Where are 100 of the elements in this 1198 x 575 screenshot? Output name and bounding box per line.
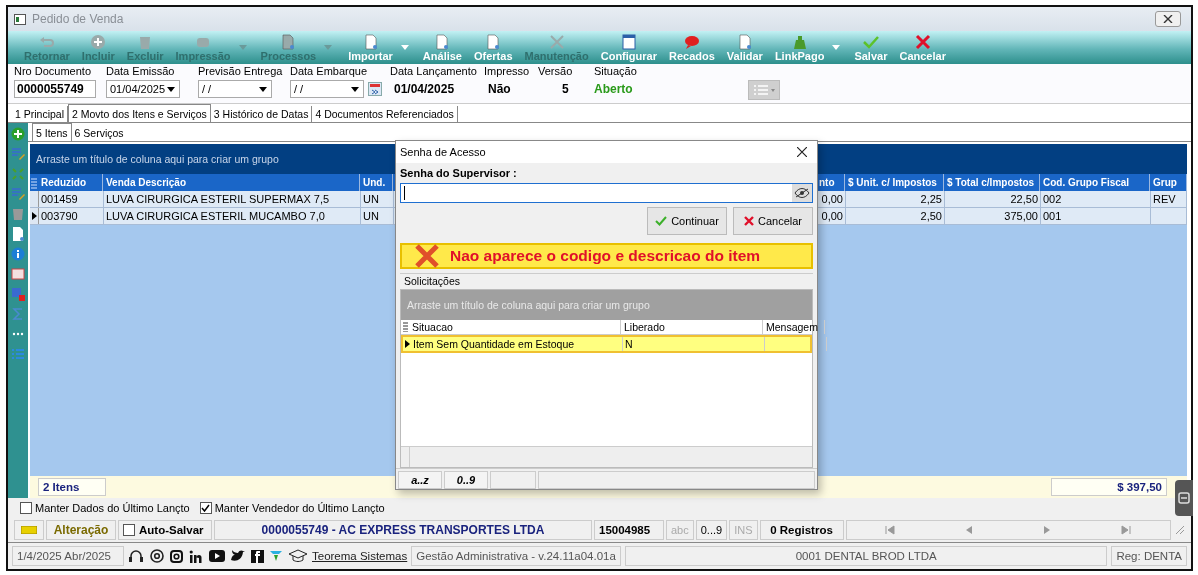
eye-icon[interactable] bbox=[794, 188, 810, 198]
sort-button[interactable]: a..z bbox=[398, 471, 442, 489]
date-dropdown[interactable]: / / bbox=[290, 80, 364, 98]
check-icon[interactable] bbox=[861, 34, 880, 50]
field-value: 01/04/2025 bbox=[393, 82, 455, 96]
field-label: Senha do Supervisor : bbox=[400, 167, 518, 179]
indicator: INS bbox=[729, 520, 758, 540]
instagram-icon[interactable] bbox=[170, 549, 183, 563]
window-title: Pedido de Venda bbox=[32, 12, 125, 26]
table-cell: 003790 bbox=[39, 208, 104, 224]
column-chooser-icon[interactable] bbox=[31, 176, 37, 189]
linkedin-icon[interactable] bbox=[189, 549, 203, 563]
close-button[interactable] bbox=[1155, 11, 1181, 27]
last-record-icon[interactable] bbox=[1121, 525, 1132, 535]
tab[interactable]: 6 Serviços bbox=[71, 125, 127, 141]
cancel-button[interactable]: Cancelar bbox=[733, 207, 813, 235]
table-cell: 001 bbox=[1041, 208, 1151, 224]
field-label: Data Lançamento bbox=[390, 65, 478, 77]
group-hint: Arraste um título de coluna aqui para criar um grupo bbox=[36, 153, 279, 165]
speech-bubble-icon[interactable] bbox=[682, 34, 701, 50]
toolbar-button[interactable]: Configurar bbox=[594, 34, 663, 62]
add-icon[interactable] bbox=[11, 127, 25, 141]
code-label: 15004985 bbox=[594, 520, 664, 540]
grand-total: $ 397,50 bbox=[1051, 478, 1167, 496]
continue-button[interactable]: Continuar bbox=[647, 207, 727, 235]
info-icon[interactable] bbox=[11, 247, 25, 261]
tab[interactable]: 2 Movto dos Itens e Serviços bbox=[68, 104, 211, 122]
cross-icon[interactable] bbox=[913, 34, 932, 50]
status-value: Aberto bbox=[594, 82, 633, 96]
toolbar-button[interactable]: LinkPago bbox=[768, 34, 831, 62]
check-icon bbox=[201, 504, 211, 512]
date-dropdown[interactable]: / / bbox=[198, 80, 272, 98]
sort-button[interactable]: 0..9 bbox=[444, 471, 488, 489]
side-panel-handle[interactable] bbox=[1175, 480, 1193, 516]
column-header[interactable]: Situacao bbox=[409, 320, 621, 334]
field-value: 5 bbox=[561, 82, 569, 96]
table-cell: LUVA CIRURGICA ESTERIL MUCAMBO 7,0 bbox=[104, 208, 361, 224]
checkbox[interactable] bbox=[199, 502, 212, 514]
toolbar-button[interactable]: Análise bbox=[416, 34, 468, 62]
first-record-icon[interactable] bbox=[885, 525, 896, 535]
company-link[interactable]: Teorema Sistemas bbox=[312, 550, 408, 562]
close-icon[interactable] bbox=[1163, 15, 1173, 23]
password-field[interactable] bbox=[400, 183, 813, 203]
card-icon[interactable] bbox=[14, 520, 44, 540]
tab[interactable]: 5 Itens bbox=[32, 123, 72, 141]
toolbar-button[interactable]: Cancelar bbox=[893, 34, 952, 62]
bird-icon[interactable] bbox=[231, 550, 245, 562]
tab[interactable]: 3 Histórico de Datas bbox=[210, 106, 313, 122]
column-header[interactable]: Mensagem bbox=[763, 320, 825, 334]
caret-icon[interactable] bbox=[351, 86, 359, 92]
document-number-field[interactable]: 0000055749 bbox=[14, 80, 96, 98]
card-shape-icon bbox=[21, 526, 37, 534]
region-label: Reg: DENTA bbox=[1111, 546, 1187, 566]
previous-record-icon[interactable] bbox=[965, 525, 974, 535]
field-label: Nro Documento bbox=[14, 65, 93, 77]
indicator: abc bbox=[666, 520, 694, 540]
caret-icon[interactable] bbox=[259, 86, 267, 92]
cross-icon bbox=[414, 244, 440, 268]
field-label: Versão bbox=[538, 65, 574, 77]
headset-icon[interactable] bbox=[128, 548, 144, 564]
date-label: 1/4/2025 Abr/2025 bbox=[12, 546, 124, 566]
check-icon bbox=[655, 216, 668, 226]
logo-icon[interactable] bbox=[270, 550, 282, 562]
checkbox-label: Manter Dados do Último Lançto bbox=[35, 502, 190, 514]
company-name: 0001 DENTAL BROD LTDA bbox=[624, 546, 1108, 566]
row-indicator[interactable] bbox=[30, 208, 39, 224]
table-cell: 375,00 bbox=[945, 208, 1041, 224]
group-hint: Arraste um título de coluna aqui para criar um grupo bbox=[407, 299, 650, 311]
row-pointer-icon bbox=[31, 212, 37, 220]
document-icon[interactable] bbox=[11, 227, 25, 241]
video-icon[interactable] bbox=[209, 550, 225, 562]
toolbar-button[interactable]: Validar bbox=[720, 34, 769, 62]
product-version: Gestão Administrativa - v.24.11a04.01a bbox=[411, 546, 621, 566]
checkbox[interactable] bbox=[20, 502, 32, 514]
column-header[interactable]: Liberado bbox=[621, 320, 763, 334]
dots-icon[interactable] bbox=[11, 167, 25, 181]
date-dropdown[interactable]: 01/04/2025 bbox=[106, 80, 180, 98]
column-chooser-icon[interactable] bbox=[402, 322, 408, 332]
window-icon[interactable] bbox=[619, 34, 638, 50]
checkbox-label: Manter Vendedor do Último Lançto bbox=[214, 502, 385, 514]
calendar-icon[interactable] bbox=[368, 82, 382, 96]
toolbar-button[interactable]: Recados bbox=[662, 34, 721, 62]
checkbox[interactable] bbox=[123, 524, 135, 536]
row-pointer-icon bbox=[404, 340, 410, 348]
resize-grip-icon[interactable] bbox=[1175, 525, 1185, 535]
graduation-cap-icon[interactable] bbox=[288, 549, 308, 563]
next-record-icon[interactable] bbox=[1043, 525, 1052, 535]
toolbar-button[interactable]: Salvar bbox=[848, 34, 894, 62]
field-label: Data Embarque bbox=[290, 65, 369, 77]
facebook-icon[interactable] bbox=[251, 549, 264, 563]
toolbar-button[interactable]: Ofertas bbox=[468, 34, 519, 62]
field-label: Data Emissão bbox=[106, 65, 176, 77]
toolbar-button[interactable]: Importar bbox=[342, 34, 399, 62]
panel-icon[interactable] bbox=[1178, 492, 1190, 504]
caret-icon[interactable] bbox=[167, 86, 175, 92]
mode-label: Alteração bbox=[46, 520, 116, 540]
dialog-title: Senha de Acesso bbox=[400, 146, 486, 158]
tab[interactable]: 4 Documentos Referenciados bbox=[312, 106, 458, 122]
book-icon[interactable] bbox=[11, 267, 25, 281]
close-icon[interactable] bbox=[797, 146, 807, 157]
